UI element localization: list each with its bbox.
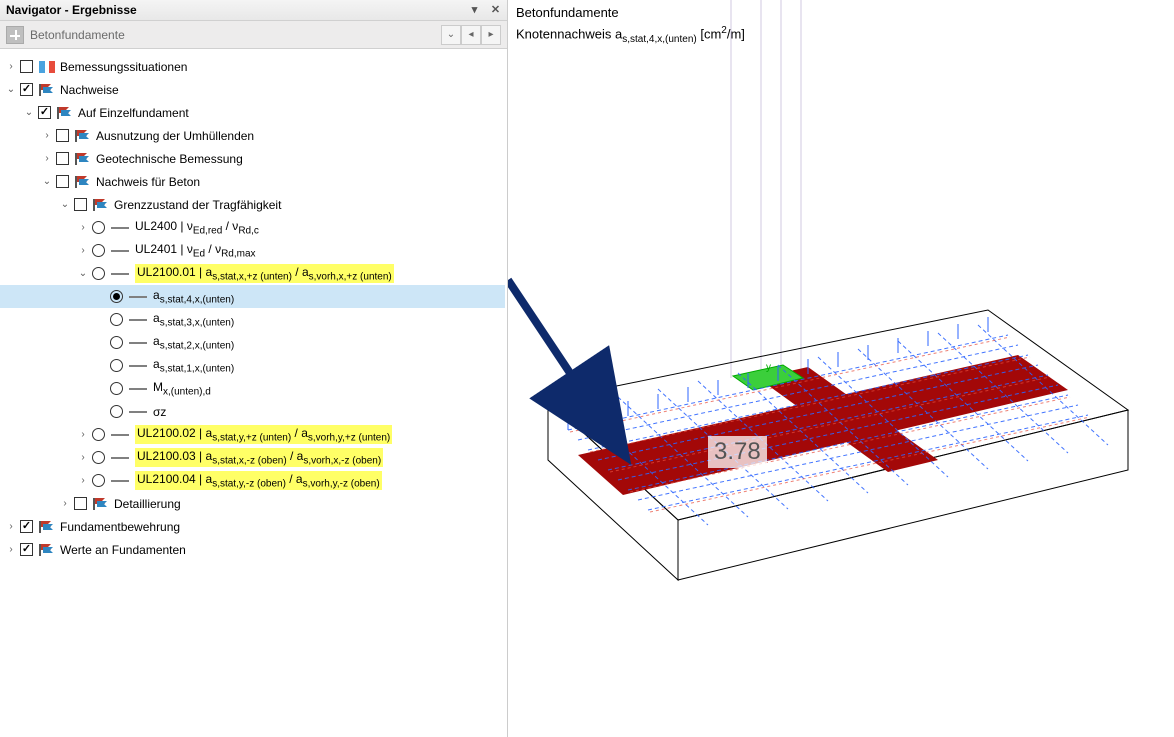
expand-icon[interactable]: ›: [58, 497, 72, 511]
radio[interactable]: [110, 336, 123, 349]
radio[interactable]: [92, 221, 105, 234]
checkbox[interactable]: [56, 175, 69, 188]
tree-row-nachweise[interactable]: ⌄ Nachweise: [0, 78, 505, 101]
radio[interactable]: [110, 313, 123, 326]
flag-icon: [75, 130, 91, 142]
result-icon: [129, 388, 147, 390]
expand-icon[interactable]: ⌄: [22, 106, 36, 120]
expand-icon[interactable]: ⌄: [4, 83, 18, 97]
radio[interactable]: [110, 359, 123, 372]
result-icon: [129, 296, 147, 298]
tree-row-bemessung[interactable]: › Bemessungssituationen: [0, 55, 505, 78]
tree-row-ul2100-01[interactable]: ⌄ UL2100.01 | as,stat,x,+z (unten) / as,…: [0, 262, 505, 285]
panel-title: Navigator - Ergebnisse: [6, 3, 137, 17]
flag-icon: [39, 84, 55, 96]
panel-close-icon[interactable]: ✕: [490, 5, 501, 16]
result-icon: [111, 457, 129, 459]
result-icon: [111, 250, 129, 252]
radio[interactable]: [110, 382, 123, 395]
checkbox[interactable]: [56, 152, 69, 165]
result-icon: [129, 365, 147, 367]
tree-row-mx[interactable]: · Mx,(unten),d: [0, 377, 505, 400]
tree-row-as1[interactable]: · as,stat,1,x,(unten): [0, 354, 505, 377]
flag-icon: [57, 107, 73, 119]
radio[interactable]: [110, 405, 123, 418]
results-tree[interactable]: › Bemessungssituationen ⌄ Nachweise ⌄ Au…: [0, 49, 507, 737]
tree-row-ul2100-04[interactable]: › UL2100.04 | as,stat,y,-z (oben) / as,v…: [0, 469, 505, 492]
radio[interactable]: [92, 451, 105, 464]
tree-row-beton[interactable]: ⌄ Nachweis für Beton: [0, 170, 505, 193]
result-icon: [129, 342, 147, 344]
checkbox[interactable]: [20, 83, 33, 96]
checkbox[interactable]: [38, 106, 51, 119]
expand-icon[interactable]: ›: [76, 221, 90, 235]
tree-row-ul2100-03[interactable]: › UL2100.03 | as,stat,x,-z (oben) / as,v…: [0, 446, 505, 469]
radio[interactable]: [110, 290, 123, 303]
radio[interactable]: [92, 244, 105, 257]
expand-icon[interactable]: ›: [40, 152, 54, 166]
toolbar-label: Betonfundamente: [30, 28, 441, 42]
radio[interactable]: [92, 474, 105, 487]
tree-row-einzelfundament[interactable]: ⌄ Auf Einzelfundament: [0, 101, 505, 124]
result-icon: [129, 411, 147, 413]
tree-row-fundamentbewehrung[interactable]: › Fundamentbewehrung: [0, 515, 505, 538]
result-icon: [111, 480, 129, 482]
radio[interactable]: [92, 428, 105, 441]
expand-icon[interactable]: ⌄: [40, 175, 54, 189]
tree-row-ul2100-02[interactable]: › UL2100.02 | as,stat,y,+z (unten) / as,…: [0, 423, 505, 446]
tree-row-ausnutzung[interactable]: › Ausnutzung der Umhüllenden: [0, 124, 505, 147]
tree-row-sigmaz[interactable]: · σz: [0, 400, 505, 423]
tree-row-as4[interactable]: · as,stat,4,x,(unten): [0, 285, 505, 308]
flag-icon: [93, 498, 109, 510]
checkbox[interactable]: [20, 543, 33, 556]
checkbox[interactable]: [20, 520, 33, 533]
flag-icon: [93, 199, 109, 211]
expand-icon[interactable]: ⌄: [58, 198, 72, 212]
svg-text:y: y: [766, 362, 771, 373]
expand-icon[interactable]: ›: [76, 474, 90, 488]
navigator-panel: Navigator - Ergebnisse ▾ ✕ Betonfundamen…: [0, 0, 508, 737]
result-icon: [111, 273, 129, 275]
result-icon: [129, 319, 147, 321]
tree-row-grenzzustand[interactable]: ⌄ Grenzzustand der Tragfähigkeit: [0, 193, 505, 216]
flag-icon: [75, 176, 91, 188]
tree-row-detaillierung[interactable]: › Detaillierung: [0, 492, 505, 515]
dropdown-icon[interactable]: ⌄: [441, 25, 461, 45]
radio[interactable]: [92, 267, 105, 280]
flag-icon: [39, 544, 55, 556]
model-viewport[interactable]: Betonfundamente Knotennachweis as,stat,4…: [508, 0, 1174, 737]
tree-row-geotechnisch[interactable]: › Geotechnische Bemessung: [0, 147, 505, 170]
checkbox[interactable]: [20, 60, 33, 73]
design-situation-icon: [39, 61, 55, 73]
expand-icon[interactable]: ›: [40, 129, 54, 143]
tree-row-werte[interactable]: › Werte an Fundamenten: [0, 538, 505, 561]
nav-prev-button[interactable]: ◂: [461, 25, 481, 45]
checkbox[interactable]: [56, 129, 69, 142]
checkbox[interactable]: [74, 198, 87, 211]
tree-row-ul2400[interactable]: › UL2400 | νEd,red / νRd,c: [0, 216, 505, 239]
expand-icon[interactable]: ›: [76, 428, 90, 442]
checkbox[interactable]: [74, 497, 87, 510]
result-value-label: 3.78: [708, 436, 767, 468]
expand-icon[interactable]: ›: [4, 543, 18, 557]
model-3d-view: y: [508, 0, 1174, 737]
tree-row-ul2401[interactable]: › UL2401 | νEd / νRd,max: [0, 239, 505, 262]
expand-icon[interactable]: ›: [76, 244, 90, 258]
tree-row-as2[interactable]: · as,stat,2,x,(unten): [0, 331, 505, 354]
expand-icon[interactable]: ›: [4, 520, 18, 534]
foundation-type-icon[interactable]: [6, 26, 24, 44]
panel-pin-icon[interactable]: ▾: [469, 5, 480, 16]
flag-icon: [39, 521, 55, 533]
panel-titlebar: Navigator - Ergebnisse ▾ ✕: [0, 0, 507, 21]
result-icon: [111, 434, 129, 436]
flag-icon: [75, 153, 91, 165]
result-icon: [111, 227, 129, 229]
expand-icon[interactable]: ⌄: [76, 267, 90, 281]
panel-toolbar: Betonfundamente ⌄ ◂ ▸: [0, 21, 507, 49]
nav-next-button[interactable]: ▸: [481, 25, 501, 45]
expand-icon[interactable]: ›: [4, 60, 18, 74]
tree-row-as3[interactable]: · as,stat,3,x,(unten): [0, 308, 505, 331]
expand-icon[interactable]: ›: [76, 451, 90, 465]
